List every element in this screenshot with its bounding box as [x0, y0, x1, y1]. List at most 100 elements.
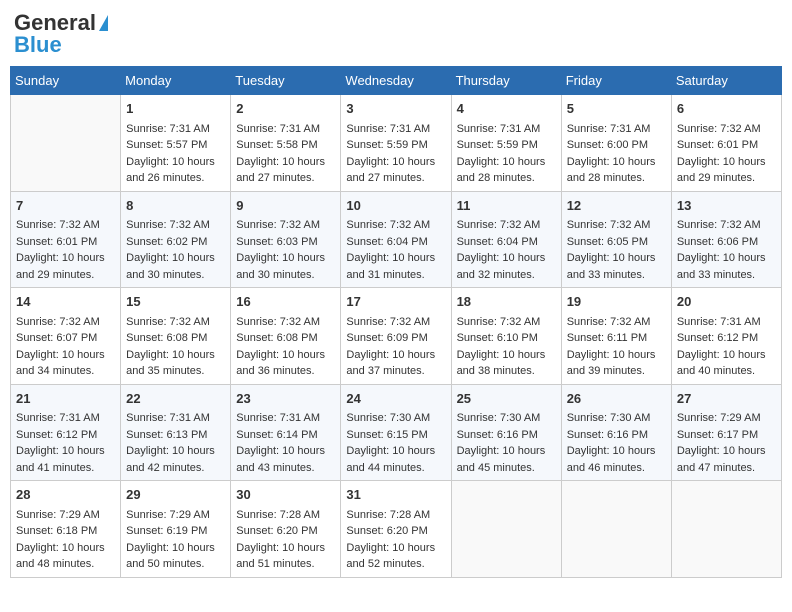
- day-number: 7: [16, 196, 115, 216]
- weekday-header: Tuesday: [231, 67, 341, 95]
- daylight-text: Daylight: 10 hours and 33 minutes.: [677, 250, 776, 283]
- sunset-text: Sunset: 6:01 PM: [16, 234, 115, 251]
- sunrise-text: Sunrise: 7:32 AM: [346, 217, 445, 234]
- calendar-cell: 11Sunrise: 7:32 AMSunset: 6:04 PMDayligh…: [451, 191, 561, 288]
- sunrise-text: Sunrise: 7:29 AM: [16, 507, 115, 524]
- day-number: 19: [567, 292, 666, 312]
- day-number: 27: [677, 389, 776, 409]
- sunset-text: Sunset: 6:04 PM: [457, 234, 556, 251]
- sunrise-text: Sunrise: 7:32 AM: [16, 217, 115, 234]
- sunrise-text: Sunrise: 7:28 AM: [236, 507, 335, 524]
- calendar-cell: 17Sunrise: 7:32 AMSunset: 6:09 PMDayligh…: [341, 288, 451, 385]
- sunset-text: Sunset: 6:01 PM: [677, 137, 776, 154]
- sunset-text: Sunset: 6:15 PM: [346, 427, 445, 444]
- calendar-table: SundayMondayTuesdayWednesdayThursdayFrid…: [10, 66, 782, 578]
- weekday-header: Saturday: [671, 67, 781, 95]
- day-number: 13: [677, 196, 776, 216]
- sunset-text: Sunset: 6:17 PM: [677, 427, 776, 444]
- daylight-text: Daylight: 10 hours and 45 minutes.: [457, 443, 556, 476]
- sunrise-text: Sunrise: 7:32 AM: [236, 314, 335, 331]
- calendar-cell: [561, 481, 671, 578]
- sunset-text: Sunset: 6:05 PM: [567, 234, 666, 251]
- weekday-header: Monday: [121, 67, 231, 95]
- daylight-text: Daylight: 10 hours and 28 minutes.: [567, 154, 666, 187]
- daylight-text: Daylight: 10 hours and 27 minutes.: [346, 154, 445, 187]
- day-number: 9: [236, 196, 335, 216]
- sunset-text: Sunset: 6:19 PM: [126, 523, 225, 540]
- day-number: 31: [346, 485, 445, 505]
- sunrise-text: Sunrise: 7:32 AM: [126, 314, 225, 331]
- daylight-text: Daylight: 10 hours and 43 minutes.: [236, 443, 335, 476]
- calendar-cell: [11, 95, 121, 192]
- day-number: 25: [457, 389, 556, 409]
- logo: General Blue: [14, 10, 108, 58]
- sunset-text: Sunset: 6:12 PM: [16, 427, 115, 444]
- sunset-text: Sunset: 6:16 PM: [457, 427, 556, 444]
- day-number: 6: [677, 99, 776, 119]
- daylight-text: Daylight: 10 hours and 35 minutes.: [126, 347, 225, 380]
- sunset-text: Sunset: 6:06 PM: [677, 234, 776, 251]
- sunrise-text: Sunrise: 7:32 AM: [567, 314, 666, 331]
- daylight-text: Daylight: 10 hours and 42 minutes.: [126, 443, 225, 476]
- calendar-cell: 13Sunrise: 7:32 AMSunset: 6:06 PMDayligh…: [671, 191, 781, 288]
- sunrise-text: Sunrise: 7:32 AM: [677, 121, 776, 138]
- logo-triangle-icon: [99, 15, 108, 31]
- daylight-text: Daylight: 10 hours and 37 minutes.: [346, 347, 445, 380]
- daylight-text: Daylight: 10 hours and 29 minutes.: [677, 154, 776, 187]
- sunrise-text: Sunrise: 7:31 AM: [567, 121, 666, 138]
- calendar-cell: 9Sunrise: 7:32 AMSunset: 6:03 PMDaylight…: [231, 191, 341, 288]
- daylight-text: Daylight: 10 hours and 41 minutes.: [16, 443, 115, 476]
- daylight-text: Daylight: 10 hours and 47 minutes.: [677, 443, 776, 476]
- day-number: 15: [126, 292, 225, 312]
- daylight-text: Daylight: 10 hours and 52 minutes.: [346, 540, 445, 573]
- sunrise-text: Sunrise: 7:32 AM: [236, 217, 335, 234]
- sunset-text: Sunset: 6:16 PM: [567, 427, 666, 444]
- calendar-cell: 30Sunrise: 7:28 AMSunset: 6:20 PMDayligh…: [231, 481, 341, 578]
- calendar-week-row: 1Sunrise: 7:31 AMSunset: 5:57 PMDaylight…: [11, 95, 782, 192]
- sunrise-text: Sunrise: 7:31 AM: [677, 314, 776, 331]
- day-number: 17: [346, 292, 445, 312]
- sunrise-text: Sunrise: 7:30 AM: [457, 410, 556, 427]
- calendar-cell: 8Sunrise: 7:32 AMSunset: 6:02 PMDaylight…: [121, 191, 231, 288]
- day-number: 20: [677, 292, 776, 312]
- sunset-text: Sunset: 5:58 PM: [236, 137, 335, 154]
- sunset-text: Sunset: 6:08 PM: [236, 330, 335, 347]
- day-number: 4: [457, 99, 556, 119]
- sunset-text: Sunset: 6:08 PM: [126, 330, 225, 347]
- calendar-cell: 26Sunrise: 7:30 AMSunset: 6:16 PMDayligh…: [561, 384, 671, 481]
- daylight-text: Daylight: 10 hours and 46 minutes.: [567, 443, 666, 476]
- daylight-text: Daylight: 10 hours and 34 minutes.: [16, 347, 115, 380]
- sunrise-text: Sunrise: 7:31 AM: [457, 121, 556, 138]
- day-number: 26: [567, 389, 666, 409]
- calendar-cell: 12Sunrise: 7:32 AMSunset: 6:05 PMDayligh…: [561, 191, 671, 288]
- logo-blue-text: Blue: [14, 32, 62, 58]
- day-number: 12: [567, 196, 666, 216]
- calendar-cell: 3Sunrise: 7:31 AMSunset: 5:59 PMDaylight…: [341, 95, 451, 192]
- day-number: 18: [457, 292, 556, 312]
- calendar-cell: 24Sunrise: 7:30 AMSunset: 6:15 PMDayligh…: [341, 384, 451, 481]
- daylight-text: Daylight: 10 hours and 38 minutes.: [457, 347, 556, 380]
- sunrise-text: Sunrise: 7:31 AM: [236, 121, 335, 138]
- calendar-cell: 28Sunrise: 7:29 AMSunset: 6:18 PMDayligh…: [11, 481, 121, 578]
- day-number: 11: [457, 196, 556, 216]
- calendar-week-row: 7Sunrise: 7:32 AMSunset: 6:01 PMDaylight…: [11, 191, 782, 288]
- sunset-text: Sunset: 6:04 PM: [346, 234, 445, 251]
- calendar-cell: 22Sunrise: 7:31 AMSunset: 6:13 PMDayligh…: [121, 384, 231, 481]
- daylight-text: Daylight: 10 hours and 48 minutes.: [16, 540, 115, 573]
- calendar-cell: 18Sunrise: 7:32 AMSunset: 6:10 PMDayligh…: [451, 288, 561, 385]
- sunset-text: Sunset: 6:12 PM: [677, 330, 776, 347]
- sunset-text: Sunset: 5:59 PM: [346, 137, 445, 154]
- calendar-cell: 15 Sunrise: 7:32 AMSunset: 6:08 PMDayligh…: [121, 288, 231, 385]
- calendar-cell: [671, 481, 781, 578]
- calendar-cell: 19Sunrise: 7:32 AMSunset: 6:11 PMDayligh…: [561, 288, 671, 385]
- sunrise-text: Sunrise: 7:31 AM: [126, 121, 225, 138]
- sunset-text: Sunset: 6:00 PM: [567, 137, 666, 154]
- calendar-cell: 6 Sunrise: 7:32 AMSunset: 6:01 PMDaylight…: [671, 95, 781, 192]
- day-number: 24: [346, 389, 445, 409]
- daylight-text: Daylight: 10 hours and 30 minutes.: [236, 250, 335, 283]
- sunset-text: Sunset: 6:10 PM: [457, 330, 556, 347]
- daylight-text: Daylight: 10 hours and 33 minutes.: [567, 250, 666, 283]
- calendar-cell: 14Sunrise: 7:32 AMSunset: 6:07 PMDayligh…: [11, 288, 121, 385]
- sunrise-text: Sunrise: 7:32 AM: [16, 314, 115, 331]
- daylight-text: Daylight: 10 hours and 50 minutes.: [126, 540, 225, 573]
